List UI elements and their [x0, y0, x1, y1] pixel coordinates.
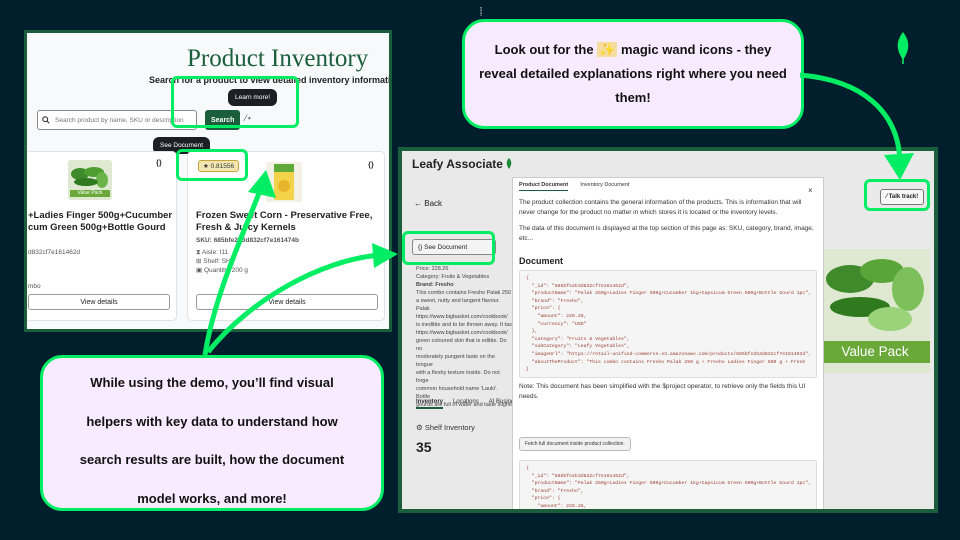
modal-paragraph-2: The data of this document is displayed a… [519, 225, 814, 242]
sparkles-icon: ✨ [597, 42, 618, 57]
callout-line-1: While using the demo, you’ll find visual [90, 375, 334, 390]
modal-note: Note: This document has been simplified … [519, 383, 806, 400]
value-pack-label: Value Pack [70, 190, 110, 197]
product-image: Value Pack [68, 160, 112, 200]
value-pack-label: Value Pack [820, 341, 930, 363]
callout-line-2: helpers with key data to understand how [86, 413, 338, 429]
product-sku: d832cf7e161462d [28, 249, 81, 256]
right-screenshot: Leafy Associate ← Back {} See Document P… [398, 147, 938, 513]
callout-visual-helpers: While using the demo, you’ll find visual… [40, 355, 384, 511]
product-shelf: ⊞ Shelf: SH [196, 258, 231, 265]
product-card[interactable]: Value Pack {} +Ladies Finger 500g+Cucumb… [27, 151, 177, 321]
product-sku: SKU: 685bfe2b3d832cf7e161474b [196, 237, 299, 244]
product-extra: mbo [28, 283, 41, 290]
product-image: Value Pack [820, 249, 930, 373]
callout-line-3: search results are built, how the docume… [79, 452, 345, 467]
tab-inventory-document[interactable]: Inventory Document [580, 182, 629, 191]
leaf-logo-icon [893, 30, 913, 71]
search-input[interactable] [55, 116, 190, 124]
page-title: Product Inventory [187, 45, 369, 72]
shelf-inventory-value: 35 [416, 439, 432, 455]
view-details-button[interactable]: View details [28, 294, 170, 310]
fetch-full-document-button[interactable]: Fetch full document inside product colle… [519, 437, 631, 451]
gear-icon: ⚙ [416, 423, 425, 432]
highlight-learn-more [171, 76, 299, 128]
modal-paragraph-1: The product collection contains the gene… [519, 199, 802, 216]
product-title: +Ladies Finger 500g+Cucumber cum Green 5… [28, 210, 173, 233]
box-icon: ▣ [196, 267, 204, 274]
product-aisle: ⧗ Aisle: I11 [196, 249, 229, 256]
close-icon[interactable]: × [808, 186, 813, 195]
tab-locations[interactable]: Locations [453, 399, 479, 409]
detail-tabs: Inventory Locations AI Business [416, 399, 520, 409]
tab-product-document[interactable]: Product Document [519, 182, 569, 191]
document-braces-icon[interactable]: {} [156, 158, 162, 167]
highlight-score [176, 149, 248, 181]
leaf-icon [507, 158, 512, 169]
text-caret: ⸽ [480, 7, 483, 16]
callout-magic-wand: Look out for the ✨ magic wand icons - th… [462, 19, 804, 129]
modal-tabs: Product Document Inventory Document [519, 182, 629, 191]
document-braces-icon[interactable]: {} [368, 160, 374, 169]
callout-line-4: model works, and more! [137, 490, 287, 506]
product-image [266, 162, 302, 202]
back-link[interactable]: ← Back [414, 199, 442, 208]
brand-name: Leafy Associate [412, 157, 512, 171]
product-description: Price: 228.26 Category: Fruits & Vegetab… [416, 266, 512, 408]
callout-text-before: Look out for the [494, 42, 594, 57]
shelf-inventory-label: ⚙ Shelf Inventory [416, 423, 475, 432]
tab-inventory[interactable]: Inventory [416, 399, 444, 409]
highlight-see-document [402, 231, 495, 265]
product-quantity: ▣ Quantity: 200 g [196, 267, 249, 274]
document-modal: Product Document Inventory Document × Th… [512, 177, 824, 509]
app-header: Leafy Associate [402, 151, 934, 177]
view-details-button[interactable]: View details [196, 294, 378, 310]
full-document-code-block: { "_id": "685bfe2b3d832cf7e161462d", "pr… [519, 460, 817, 509]
document-code-block: { "_id": "685bfe2b3d832cf7e161462d", "pr… [519, 270, 817, 378]
highlight-talk-track [864, 179, 930, 211]
arrow-left-icon: ← [414, 199, 425, 208]
product-title: Frozen Sweet Corn - Preservative Free, F… [196, 210, 373, 233]
search-icon [42, 115, 52, 125]
document-heading: Document [519, 256, 564, 266]
